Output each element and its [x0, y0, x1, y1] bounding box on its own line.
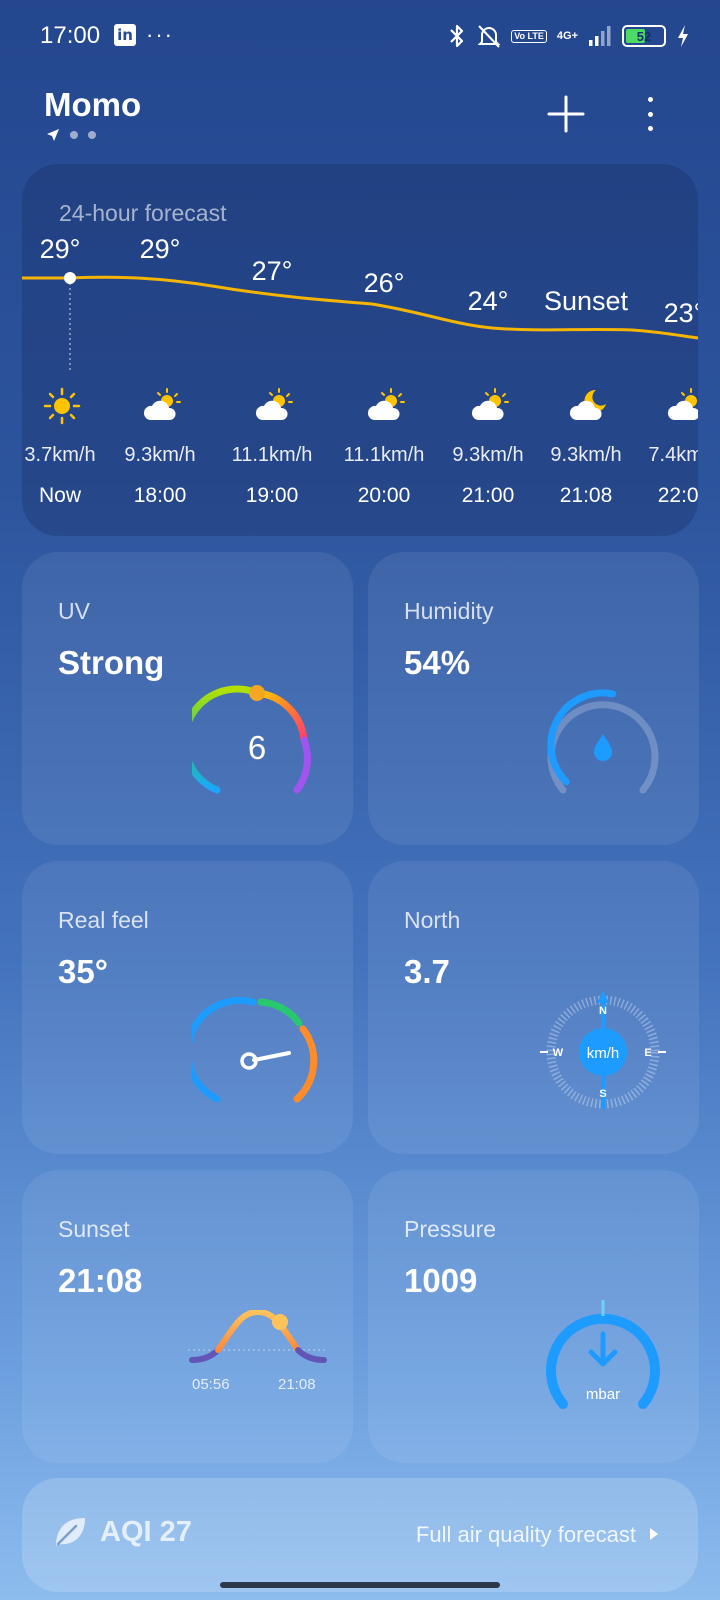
home-indicator[interactable] [220, 1582, 500, 1588]
add-city-button[interactable] [546, 94, 586, 134]
hour-time: 18:00 [133, 484, 187, 507]
hour-wind-speed: 9.3km/h [452, 444, 524, 466]
hour-forecast-item[interactable]: 27° 11.1km/h 19:00 [216, 164, 328, 536]
compass-west: W [553, 1047, 564, 1059]
humidity-label: Humidity [404, 598, 494, 624]
page-indicators [46, 128, 96, 142]
hour-wind-speed: 3.7km/h [24, 444, 96, 466]
hour-forecast-item[interactable]: 24° 9.3km/h 21:00 [432, 164, 544, 536]
aqi-value: AQI 27 [100, 1516, 192, 1548]
more-notifications-icon: ··· [146, 22, 174, 47]
hour-temperature: 29° [39, 234, 81, 264]
status-notifications: in ··· [114, 24, 174, 46]
uv-value: Strong [58, 644, 165, 681]
sunset-time: 21:08 [278, 1376, 316, 1393]
hour-forecast-item[interactable]: Sunset 9.3km/h 21:08 [530, 164, 642, 536]
chevron-right-icon [650, 1528, 658, 1540]
partly-cloudy-icon [367, 388, 405, 420]
wind-unit: km/h [587, 1045, 620, 1062]
water-drop-icon [594, 734, 612, 761]
hour-wind-speed: 11.1km/h [343, 444, 425, 466]
status-time: 17:00 [40, 22, 101, 49]
forecast-card[interactable]: 24-hour forecast 29° 3.7km/h Now 29° 9.3km/h… [22, 164, 698, 536]
partly-cloudy-icon [255, 388, 293, 420]
linkedin-icon: in [114, 24, 136, 46]
hour-wind-speed: 9.3km/h [550, 444, 622, 466]
bluetooth-icon [450, 24, 464, 48]
real-feel-value: 35° [58, 953, 108, 990]
network-type: 4G+ [556, 29, 578, 42]
wind-card[interactable]: North 3.7 km/h N S W E [368, 861, 699, 1154]
partly-cloudy-icon [143, 388, 181, 420]
location-arrow-icon [47, 129, 59, 141]
battery-level: 52 [636, 28, 652, 44]
hour-temperature: 29° [139, 234, 181, 264]
hour-forecast-item[interactable]: 29° 9.3km/h 18:00 [104, 164, 216, 536]
mute-bell-icon [477, 25, 501, 48]
hour-forecast-item[interactable]: 29° 3.7km/h Now [22, 164, 116, 536]
battery-icon: 52 [622, 25, 666, 47]
real-feel-label: Real feel [58, 907, 149, 933]
uv-label: UV [58, 598, 90, 624]
hour-time: 22:00 [657, 484, 698, 507]
location-title[interactable]: Momo [44, 86, 141, 124]
pressure-label: Pressure [404, 1216, 497, 1242]
uv-gauge: 6 [192, 685, 311, 794]
hour-wind-speed: 9.3km/h [124, 444, 196, 466]
pressure-unit: mbar [586, 1386, 620, 1403]
more-options-button[interactable] [640, 94, 660, 134]
sunrise-time: 05:56 [192, 1376, 230, 1393]
hour-forecast-item[interactable]: 26° 11.1km/h 20:00 [328, 164, 440, 536]
hour-forecast-item[interactable]: 23° 7.4km/h 22:00 [628, 164, 698, 536]
hour-time: 19:00 [245, 484, 299, 507]
real-feel-gauge [192, 996, 318, 1103]
moon-cloud-icon [569, 389, 606, 420]
hour-temperature: 26° [363, 268, 405, 298]
sunset-label: Sunset [58, 1216, 130, 1242]
hour-time: Now [38, 484, 81, 507]
partly-cloudy-icon [471, 388, 509, 420]
real-feel-card[interactable]: Real feel 35° [22, 861, 353, 1154]
wind-direction-label: North [404, 907, 461, 933]
sunset-value: 21:08 [58, 1262, 143, 1299]
sun-icon [43, 387, 81, 425]
hour-temperature: Sunset [543, 286, 629, 316]
sunset-card[interactable]: Sunset 21:08 05:56 21:08 [22, 1170, 353, 1463]
hour-time: 20:00 [357, 484, 411, 507]
compass-north: N [599, 1005, 607, 1017]
partly-cloudy-icon [667, 388, 698, 420]
hour-time: 21:00 [461, 484, 515, 507]
hour-wind-speed: 11.1km/h [231, 444, 313, 466]
aqi-card[interactable]: AQI 27 Full air quality forecast [22, 1478, 698, 1592]
sun-path-chart [188, 1310, 328, 1363]
status-system-icons: Vo LTE 4G+ 52 [447, 20, 690, 52]
hour-temperature: 27° [251, 256, 293, 286]
humidity-gauge [547, 689, 659, 794]
humidity-value: 54% [404, 644, 471, 681]
leaf-icon [56, 1518, 85, 1546]
pressure-card[interactable]: Pressure 1009 mbar [368, 1170, 699, 1463]
uv-card[interactable]: UV Strong 6 [22, 552, 353, 845]
charging-icon [678, 25, 688, 47]
air-quality-forecast-link[interactable]: Full air quality forecast [416, 1522, 636, 1548]
hour-time: 21:08 [559, 484, 613, 507]
uv-index: 6 [248, 729, 266, 766]
wind-speed-value: 3.7 [404, 953, 450, 990]
wind-compass: km/h N S W E [540, 991, 666, 1109]
hour-temperature: 23° [663, 298, 698, 328]
hour-temperature: 24° [467, 286, 509, 316]
compass-south: S [599, 1088, 606, 1100]
volte-badge: Vo LTE [511, 29, 547, 43]
humidity-card[interactable]: Humidity 54% [368, 552, 699, 845]
page-dot[interactable] [88, 131, 96, 139]
compass-east: E [644, 1047, 651, 1059]
status-bar: 17:00 in ··· Vo LTE 4G+ 52 [0, 0, 720, 72]
arrow-down-icon [588, 1331, 618, 1367]
hour-wind-speed: 7.4km/h [648, 444, 698, 466]
pressure-value: 1009 [404, 1262, 478, 1299]
page-dot[interactable] [70, 131, 78, 139]
pressure-gauge: mbar [546, 1300, 660, 1409]
signal-icon [589, 26, 611, 46]
